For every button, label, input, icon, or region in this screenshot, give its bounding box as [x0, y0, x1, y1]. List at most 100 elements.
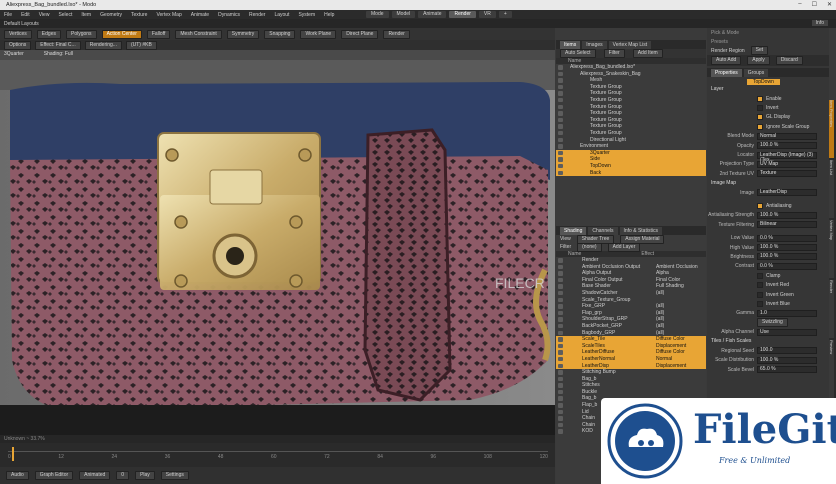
menu-texture[interactable]: Texture — [131, 12, 147, 18]
side-tab[interactable]: Vertex Map — [829, 220, 834, 278]
auto-add-button[interactable]: Auto Add — [711, 56, 742, 65]
mode-tab-0[interactable]: Mode — [366, 11, 389, 18]
property-value[interactable]: 100.0 % — [757, 253, 817, 261]
transport-5[interactable]: Settings — [160, 471, 189, 480]
info-button[interactable]: Info — [811, 20, 828, 26]
transport-0[interactable]: Audio — [6, 471, 29, 480]
property-value[interactable]: 65.0 % — [757, 366, 817, 374]
menu-view[interactable]: View — [39, 12, 50, 18]
checkbox[interactable] — [757, 282, 763, 289]
toolbar-vertices[interactable]: Vertices — [4, 29, 32, 39]
transport-3[interactable]: 0 — [116, 471, 130, 480]
viewport-option-1[interactable]: Effect: Final C... — [35, 40, 81, 50]
checkbox[interactable] — [757, 105, 763, 112]
toolbar-direct-plane[interactable]: Direct Plane — [341, 29, 379, 39]
toolbar-render[interactable]: Render — [383, 29, 410, 39]
visibility-eye-icon[interactable] — [558, 376, 563, 382]
toolbar-polygons[interactable]: Polygons — [65, 29, 97, 39]
shader-row[interactable]: Flap_grp (all) — [556, 310, 706, 317]
visibility-eye-icon[interactable] — [558, 370, 563, 375]
mode-tab-5[interactable]: + — [498, 11, 512, 18]
visibility-eye-icon[interactable] — [558, 130, 563, 136]
menu-geometry[interactable]: Geometry — [100, 12, 122, 18]
checkbox[interactable] — [757, 202, 763, 209]
transport-4[interactable]: Play — [135, 471, 155, 480]
menu-system[interactable]: System — [298, 12, 315, 18]
tab-vertex-map-list[interactable]: Vertex Map List — [608, 40, 652, 49]
shading-label[interactable]: Shading: Full — [44, 51, 73, 57]
list-item[interactable]: Environment — [556, 143, 706, 150]
property-value[interactable]: 100.0 % — [757, 356, 817, 364]
list-item[interactable]: Side — [556, 156, 706, 163]
checkbox[interactable] — [757, 114, 763, 121]
list-item[interactable]: Directional Light — [556, 137, 706, 144]
menu-vertex-map[interactable]: Vertex Map — [156, 12, 181, 18]
list-item[interactable]: Back — [556, 169, 706, 177]
visibility-eye-icon[interactable] — [558, 264, 563, 270]
add-layer-button[interactable]: Add Layer — [607, 242, 641, 252]
tab-groups[interactable]: Groups — [743, 68, 769, 77]
timeline[interactable]: 0 12 24 36 48 60 72 84 96 108 120 — [0, 443, 555, 467]
viewport-option-2[interactable]: Rendering... — [84, 40, 122, 50]
property-value[interactable]: 100.0 % — [757, 211, 817, 219]
menu-item[interactable]: Item — [81, 12, 91, 18]
shader-row[interactable]: Stitching Bump — [556, 369, 706, 376]
shader-row[interactable]: Alpha Output Alpha — [556, 270, 706, 277]
list-item[interactable]: 3Quarter — [556, 149, 706, 157]
playhead[interactable] — [12, 447, 14, 461]
menu-file[interactable]: File — [4, 12, 12, 18]
layout-menu[interactable]: Default Layouts — [4, 21, 39, 27]
property-value[interactable]: 100.0 % — [757, 244, 817, 252]
shader-row[interactable]: Ambient Occlusion Output Ambient Occlusio… — [556, 264, 706, 271]
visibility-eye-icon[interactable] — [558, 304, 563, 309]
camera-label[interactable]: 3Quarter — [4, 51, 24, 57]
mode-tab-3[interactable]: Render — [449, 11, 476, 18]
apply-button[interactable]: Apply — [747, 56, 770, 65]
close-button[interactable]: ✕ — [827, 1, 832, 8]
list-item[interactable]: Texture Group — [556, 117, 706, 124]
visibility-eye-icon[interactable] — [558, 330, 563, 336]
property-value[interactable]: Normal — [757, 132, 817, 140]
visibility-eye-icon[interactable] — [558, 84, 563, 90]
visibility-eye-icon[interactable] — [558, 65, 563, 70]
checkbox[interactable] — [757, 272, 763, 279]
menu-layout[interactable]: Layout — [274, 12, 289, 18]
menu-render[interactable]: Render — [249, 12, 265, 18]
property-value[interactable]: LeatherDisp — [757, 189, 817, 197]
visibility-eye-icon[interactable] — [558, 258, 563, 263]
visibility-eye-icon[interactable] — [558, 409, 563, 415]
shader-row[interactable]: Stitches — [556, 382, 706, 389]
list-item[interactable]: Aliexpress_Bag_bundled.lxo* — [556, 64, 706, 71]
menu-dynamics[interactable]: Dynamics — [218, 12, 240, 18]
list-item[interactable]: TopDown — [556, 162, 706, 170]
viewport-option-3[interactable]: (UT) #KB — [125, 40, 157, 50]
menu-edit[interactable]: Edit — [21, 12, 30, 18]
visibility-eye-icon[interactable] — [558, 403, 563, 408]
maximize-button[interactable]: ☐ — [812, 1, 817, 8]
shader-row[interactable]: Buckle — [556, 389, 706, 396]
visibility-eye-icon[interactable] — [558, 290, 563, 296]
visibility-eye-icon[interactable] — [558, 170, 563, 175]
visibility-eye-icon[interactable] — [558, 323, 563, 329]
menu-help[interactable]: Help — [324, 12, 334, 18]
side-tab[interactable]: Render — [829, 280, 834, 338]
viewport-option-0[interactable]: Options — [4, 40, 32, 50]
visibility-eye-icon[interactable] — [558, 350, 563, 355]
transport-1[interactable]: Graph Editor — [34, 471, 74, 480]
property-value[interactable]: Bilinear — [757, 221, 817, 229]
visibility-eye-icon[interactable] — [558, 297, 563, 303]
toolbar-edges[interactable]: Edges — [36, 29, 61, 39]
visibility-eye-icon[interactable] — [558, 137, 563, 143]
visibility-eye-icon[interactable] — [558, 124, 563, 129]
visibility-eye-icon[interactable] — [558, 356, 563, 362]
tab-items[interactable]: Items — [560, 40, 581, 49]
set-button[interactable]: Set — [750, 46, 769, 55]
visibility-eye-icon[interactable] — [558, 383, 563, 388]
visibility-eye-icon[interactable] — [558, 343, 563, 349]
render-viewport[interactable]: 3Quarter Shading: Full FILECR — [0, 50, 555, 435]
shader-row[interactable]: Bagbody_GRP (all) — [556, 330, 706, 337]
property-value[interactable]: 100.0 % — [757, 142, 817, 150]
tab-properties[interactable]: Properties — [711, 68, 742, 77]
toolbar-symmetry[interactable]: Symmetry — [226, 29, 260, 39]
toolbar-action-center[interactable]: Action Center — [101, 29, 142, 39]
